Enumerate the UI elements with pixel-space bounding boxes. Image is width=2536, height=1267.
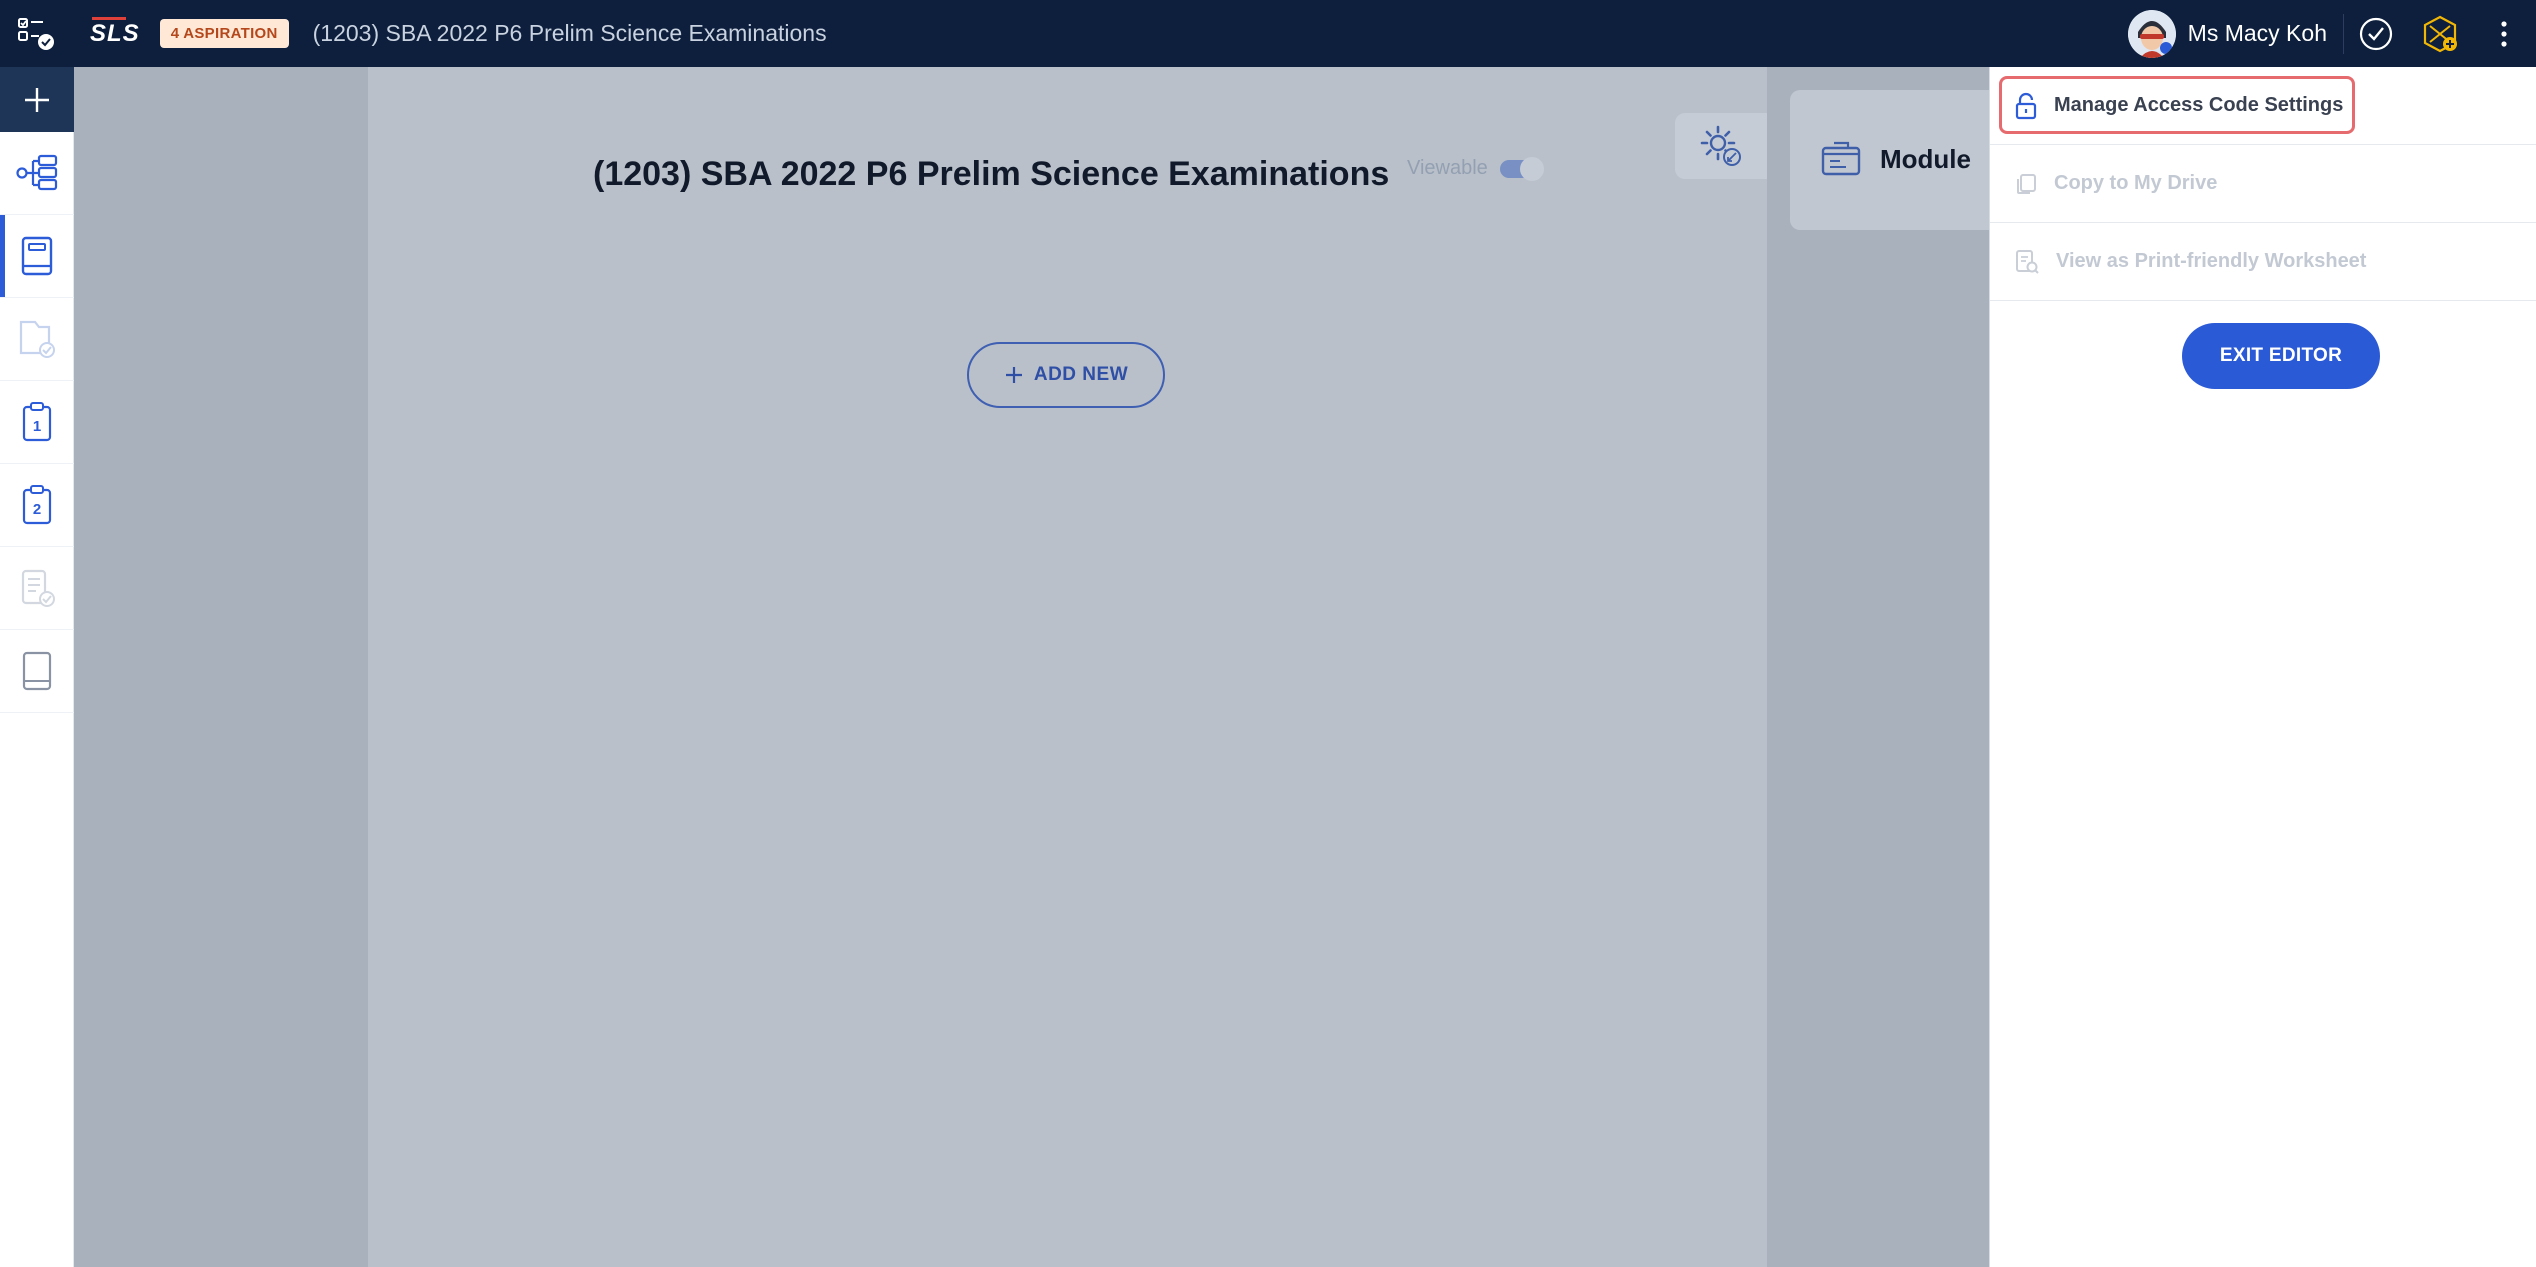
module-card[interactable]: Module	[1790, 90, 1989, 230]
header-title: (1203) SBA 2022 P6 Prelim Science Examin…	[312, 20, 827, 46]
top-bar: SLS 4 ASPIRATION (1203) SBA 2022 P6 Prel…	[0, 0, 2536, 67]
module-icon	[1821, 141, 1861, 176]
menu-item-label: Copy to My Drive	[2054, 172, 2218, 194]
editor-area: (1203) SBA 2022 P6 Prelim Science Examin…	[74, 67, 1989, 1267]
book-icon	[21, 236, 53, 276]
svg-text:1: 1	[33, 418, 41, 435]
viewable-toggle[interactable]	[1499, 156, 1544, 181]
sidebar-item-clipboard-2[interactable]: 2	[0, 464, 74, 547]
menu-item-copy-to-drive[interactable]: Copy to My Drive	[1990, 145, 2536, 223]
class-badge: 4 ASPIRATION	[159, 19, 289, 48]
plus-icon	[1005, 367, 1022, 383]
add-new-label: ADD NEW	[1033, 364, 1129, 385]
clipboard-2-icon: 2	[22, 485, 52, 525]
sidebar-item-clipboard-1[interactable]: 1	[0, 381, 74, 464]
add-button[interactable]	[0, 67, 74, 132]
viewable-toggle-group: Viewable	[1407, 156, 1544, 181]
exit-editor-container: EXIT EDITOR	[1990, 301, 2536, 411]
notebook-icon	[22, 651, 52, 691]
apps-checklist-icon	[18, 17, 54, 50]
gamification-button[interactable]	[2408, 0, 2472, 67]
sidebar-item-folder-check[interactable]	[0, 298, 74, 381]
add-new-button[interactable]: ADD NEW	[967, 342, 1165, 408]
settings-button[interactable]	[1675, 113, 1767, 179]
exit-editor-button[interactable]: EXIT EDITOR	[2182, 323, 2380, 389]
sidebar-item-book[interactable]	[0, 215, 74, 298]
svg-text:2: 2	[33, 501, 41, 518]
page-title: (1203) SBA 2022 P6 Prelim Science Examin…	[593, 155, 1390, 193]
left-sidebar: 1 2	[0, 67, 74, 1267]
more-options-button[interactable]	[2472, 0, 2536, 67]
sidebar-item-document-check[interactable]	[0, 547, 74, 630]
viewable-label: Viewable	[1407, 157, 1488, 179]
module-label: Module	[1880, 143, 1971, 174]
lock-icon	[2015, 92, 2037, 119]
user-name: Ms Macy Koh	[2187, 20, 2327, 46]
document-check-icon	[21, 569, 55, 607]
folder-check-icon	[19, 320, 55, 358]
check-circle-icon	[2359, 17, 2393, 50]
menu-item-label: Manage Access Code Settings	[2054, 94, 2344, 116]
menu-item-print-worksheet[interactable]: View as Print-friendly Worksheet	[1990, 223, 2536, 301]
sidebar-item-lesson-map[interactable]	[0, 132, 74, 215]
lesson-map-icon	[16, 154, 58, 191]
sidebar-item-notebook[interactable]	[0, 630, 74, 713]
avatar	[2127, 9, 2176, 58]
gear-settings-icon	[1700, 125, 1741, 166]
sls-logo[interactable]: SLS	[90, 16, 140, 48]
copy-icon	[2017, 173, 2036, 194]
editor-canvas: (1203) SBA 2022 P6 Prelim Science Examin…	[368, 67, 1767, 1267]
more-options-menu: Manage Access Code Settings Copy to My D…	[1989, 67, 2536, 1267]
user-profile[interactable]: Ms Macy Koh	[2127, 0, 2343, 67]
clipboard-1-icon: 1	[22, 402, 52, 442]
more-vertical-icon	[2501, 20, 2507, 47]
add-icon	[25, 87, 49, 112]
print-preview-icon	[2016, 249, 2039, 274]
menu-item-label: View as Print-friendly Worksheet	[2056, 250, 2367, 272]
menu-item-manage-access-code[interactable]: Manage Access Code Settings	[1990, 67, 2536, 145]
gamification-badge-icon	[2423, 15, 2457, 52]
tasks-button[interactable]	[2344, 0, 2408, 67]
apps-menu-button[interactable]	[0, 0, 74, 67]
